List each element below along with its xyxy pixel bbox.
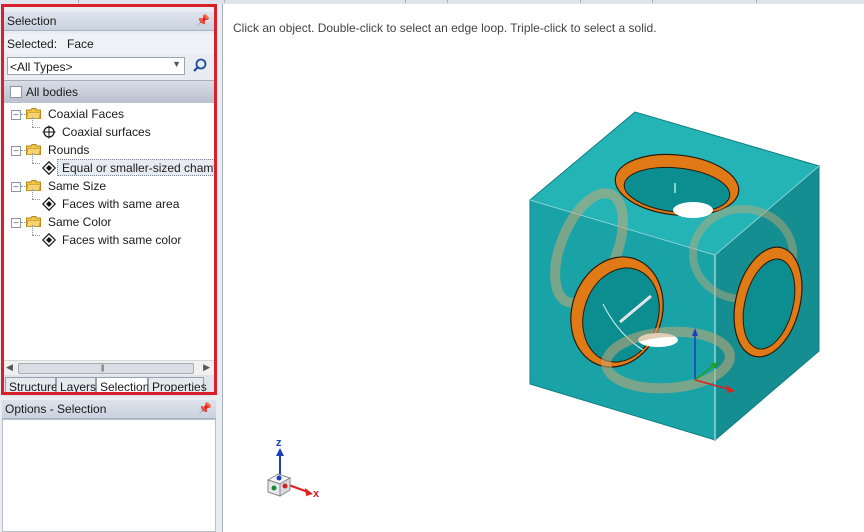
tab-layers[interactable]: Layers: [56, 377, 96, 395]
tree-item-label: Equal or smaller-sized chamfers: [62, 161, 214, 175]
tree-item-equal-smaller-chamfers[interactable]: Equal or smaller-sized chamfers: [4, 160, 214, 176]
all-bodies-checkbox[interactable]: [10, 86, 22, 98]
crosshair-icon: [42, 125, 56, 139]
3d-viewport[interactable]: Click an object. Double-click to select …: [223, 4, 864, 532]
tree-item-label: Coaxial surfaces: [62, 125, 151, 139]
diamond-icon: [42, 233, 56, 247]
selection-tree[interactable]: – Coaxial Faces Coaxial surfaces – Round…: [4, 103, 214, 360]
selected-value: Face: [67, 37, 94, 51]
tab-structure[interactable]: Structure: [5, 377, 58, 395]
tree-group-same-size[interactable]: – Same Size: [4, 178, 214, 194]
pin-icon[interactable]: 📌: [196, 14, 210, 27]
collapse-icon[interactable]: –: [11, 146, 21, 156]
options-panel-titlebar: Options - Selection 📌: [2, 400, 216, 419]
collapse-icon[interactable]: –: [11, 110, 21, 120]
tree-group-label: Coaxial Faces: [48, 107, 125, 121]
z-axis-label: z: [276, 437, 282, 449]
tree-item-label: Faces with same color: [62, 233, 182, 247]
pin-icon[interactable]: 📌: [198, 402, 212, 415]
panel-tabs: Structure Layers Selection Properties: [4, 375, 214, 397]
scroll-left-arrow-icon[interactable]: ◀: [6, 362, 13, 373]
selection-panel-title: Selection: [7, 14, 57, 28]
collapse-icon[interactable]: –: [11, 182, 21, 192]
tree-group-label: Rounds: [48, 143, 90, 157]
selection-panel-titlebar: Selection 📌: [4, 12, 214, 31]
chevron-down-icon[interactable]: ▼: [172, 59, 181, 69]
folder-icon: [26, 180, 41, 191]
diamond-icon: [42, 161, 56, 175]
tab-properties[interactable]: Properties: [148, 377, 207, 395]
folder-icon: [26, 144, 41, 155]
horizontal-scrollbar[interactable]: ◀ ||| ▶: [4, 360, 214, 375]
grip-icon: |||: [101, 365, 105, 372]
world-axis-triad[interactable]: z x: [260, 434, 330, 506]
tree-group-label: Same Color: [48, 215, 112, 229]
scroll-right-arrow-icon[interactable]: ▶: [203, 362, 210, 373]
selected-row: Selected: Face: [4, 34, 214, 54]
tab-selection[interactable]: Selection: [96, 377, 149, 395]
scrollbar-thumb[interactable]: |||: [18, 363, 194, 374]
folder-icon: [26, 108, 41, 119]
type-filter-dropdown[interactable]: <All Types> ▼: [7, 57, 185, 75]
tree-group-coaxial-faces[interactable]: – Coaxial Faces: [4, 106, 214, 122]
selection-panel: Selection 📌 Selected: Face <All Types> ▼…: [0, 4, 222, 397]
selected-label: Selected:: [7, 37, 58, 51]
diamond-icon: [42, 197, 56, 211]
all-bodies-row: All bodies: [4, 80, 214, 104]
x-axis-label: x: [313, 488, 320, 500]
search-button[interactable]: [190, 56, 210, 76]
tree-item-faces-same-area[interactable]: Faces with same area: [4, 196, 214, 212]
folder-icon: [26, 216, 41, 227]
options-panel-body: [2, 419, 216, 532]
tree-group-same-color[interactable]: – Same Color: [4, 214, 214, 230]
tree-item-coaxial-surfaces[interactable]: Coaxial surfaces: [4, 124, 214, 140]
options-panel-title: Options - Selection: [5, 402, 107, 416]
tree-item-label: Faces with same area: [62, 197, 180, 211]
tree-item-faces-same-color[interactable]: Faces with same color: [4, 232, 214, 248]
collapse-icon[interactable]: –: [11, 218, 21, 228]
search-icon: [193, 58, 207, 72]
all-bodies-label: All bodies: [26, 85, 79, 99]
tree-group-label: Same Size: [48, 179, 107, 193]
type-filter-value: <All Types>: [10, 60, 73, 74]
tree-group-rounds[interactable]: – Rounds: [4, 142, 214, 158]
